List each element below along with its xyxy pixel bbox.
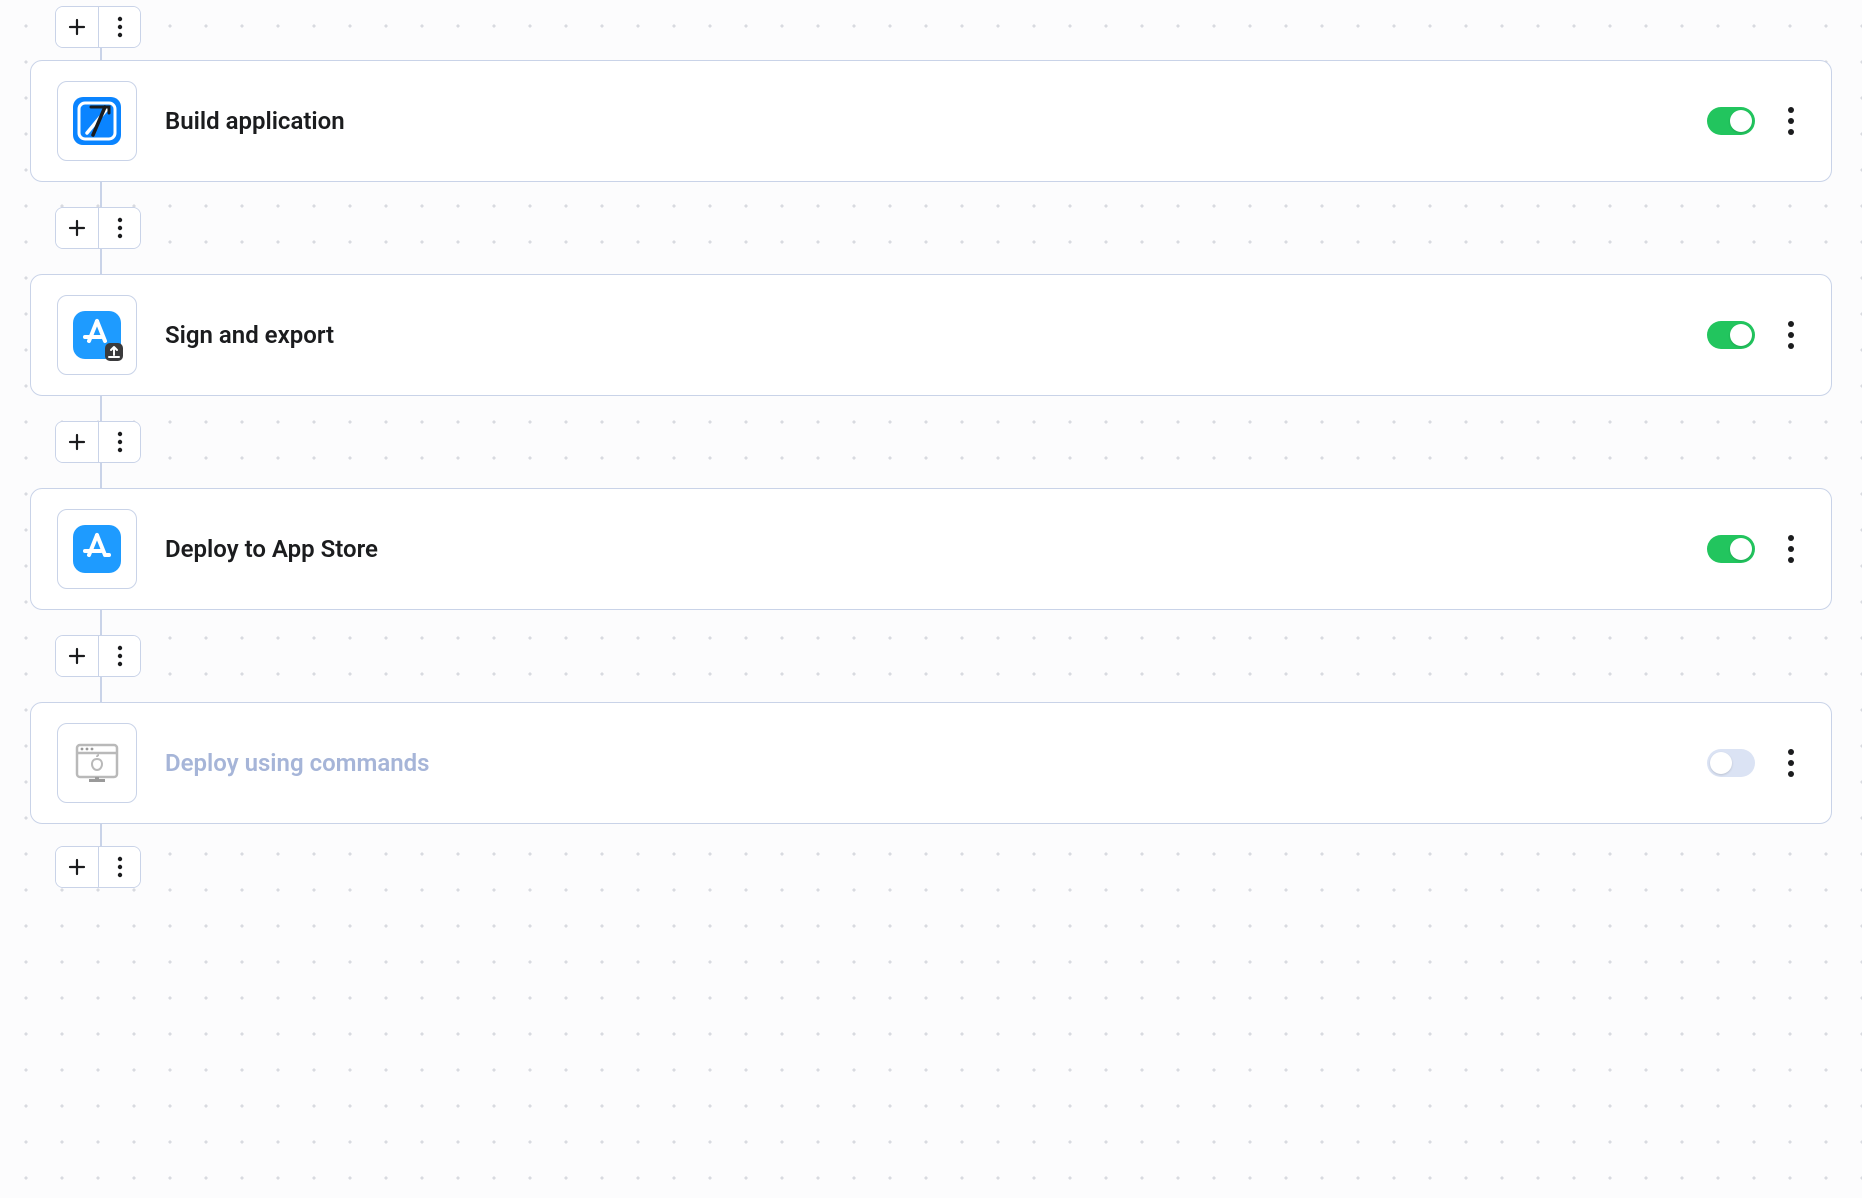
pipeline: Build application Sign and export [0,0,1862,884]
step-icon-container [57,295,137,375]
xcode-hammer-icon [69,93,125,149]
more-vertical-icon [1787,748,1795,778]
plus-icon [67,432,87,452]
add-step-button[interactable] [56,7,98,47]
connector-menu-button[interactable] [98,636,140,676]
step-cmd[interactable]: Deploy using commands [30,702,1832,824]
step-title: Sign and export [165,321,1707,349]
connector-4 [30,824,1832,884]
more-vertical-icon [1787,320,1795,350]
more-vertical-icon [117,856,123,878]
more-vertical-icon [117,431,123,453]
plus-icon [67,857,87,877]
step-enabled-toggle[interactable] [1707,535,1755,563]
connector-1 [30,182,1832,274]
appstore-icon [69,521,125,577]
step-icon-container [57,723,137,803]
step-sign[interactable]: Sign and export [30,274,1832,396]
add-step-button[interactable] [56,847,98,887]
step-enabled-toggle[interactable] [1707,321,1755,349]
step-deploy[interactable]: Deploy to App Store [30,488,1832,610]
plus-icon [67,646,87,666]
more-vertical-icon [1787,534,1795,564]
step-title: Build application [165,107,1707,135]
connector-controls [55,6,141,48]
step-menu-button[interactable] [1777,101,1805,141]
connector-controls [55,846,141,888]
step-menu-button[interactable] [1777,529,1805,569]
add-step-button[interactable] [56,636,98,676]
step-build[interactable]: Build application [30,60,1832,182]
add-step-button[interactable] [56,422,98,462]
step-menu-button[interactable] [1777,315,1805,355]
step-menu-button[interactable] [1777,743,1805,783]
connector-3 [30,610,1832,702]
more-vertical-icon [117,645,123,667]
step-icon-container [57,81,137,161]
step-icon-container [57,509,137,589]
terminal-apple-icon [69,735,125,791]
connector-2 [30,396,1832,488]
more-vertical-icon [117,217,123,239]
connector-menu-button[interactable] [98,847,140,887]
connector-0 [30,0,1832,60]
connector-menu-button[interactable] [98,208,140,248]
connector-menu-button[interactable] [98,422,140,462]
step-title: Deploy using commands [165,749,1707,777]
connector-controls [55,421,141,463]
connector-controls [55,635,141,677]
appstore-export-icon [69,307,125,363]
step-title: Deploy to App Store [165,535,1707,563]
more-vertical-icon [117,16,123,38]
plus-icon [67,218,87,238]
more-vertical-icon [1787,106,1795,136]
plus-icon [67,17,87,37]
add-step-button[interactable] [56,208,98,248]
step-enabled-toggle[interactable] [1707,749,1755,777]
connector-menu-button[interactable] [98,7,140,47]
step-enabled-toggle[interactable] [1707,107,1755,135]
connector-controls [55,207,141,249]
